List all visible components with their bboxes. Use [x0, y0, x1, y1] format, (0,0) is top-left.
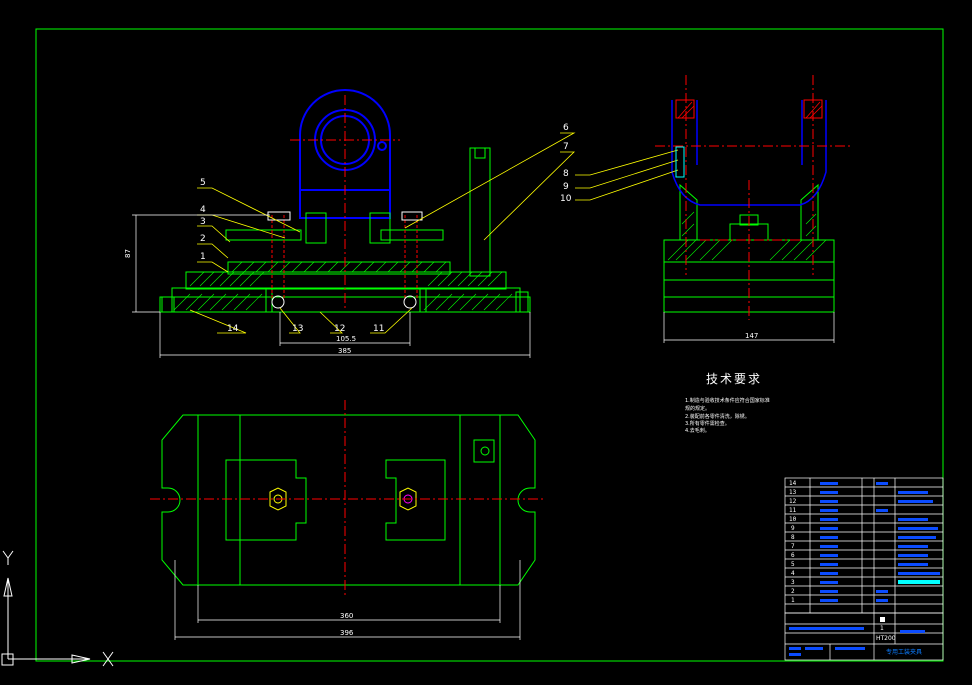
bom-no-6: 6 — [791, 552, 795, 559]
title-block-material: HT200 — [876, 635, 896, 642]
bom-no-7: 7 — [791, 543, 795, 550]
bom-no-14: 14 — [789, 480, 797, 487]
callout-6: 6 — [563, 123, 569, 133]
dim-inner: 105.5 — [336, 335, 356, 343]
callout-7: 7 — [563, 142, 569, 152]
tech-req-title: 技术要求 — [706, 372, 762, 386]
tech-req-line-2: 规的规定。 — [685, 405, 710, 412]
tech-req-line-4: 3.所有零件需检查。 — [685, 420, 730, 427]
dim-side-width: 147 — [745, 332, 758, 340]
tech-req-line-3: 2.装配前各零件清洗，除锈。 — [685, 413, 750, 420]
callout-14: 14 — [227, 324, 239, 334]
bom-no-10: 10 — [789, 516, 797, 523]
callout-10: 10 — [560, 194, 572, 204]
callout-12: 12 — [334, 324, 345, 334]
title-block-qty: 1 — [880, 625, 884, 632]
callout-3: 3 — [200, 217, 206, 227]
bom-no-3: 3 — [791, 579, 795, 586]
callout-9: 9 — [563, 182, 569, 192]
callout-4: 4 — [200, 205, 206, 215]
callout-1: 1 — [200, 252, 206, 262]
callout-8: 8 — [563, 169, 569, 179]
bom-no-11: 11 — [789, 507, 797, 514]
bom-no-9: 9 — [791, 525, 795, 532]
dim-height-87: 87 — [124, 249, 132, 258]
bom-no-13: 13 — [789, 489, 797, 496]
bom-no-2: 2 — [791, 588, 795, 595]
callout-11: 11 — [373, 324, 384, 334]
dim-overall: 385 — [338, 347, 351, 355]
tech-req-line-1: 1.制造与验收技术条件应符合国家标准 — [685, 397, 770, 404]
bom-no-4: 4 — [791, 570, 795, 577]
dim-top-overall: 396 — [340, 629, 354, 637]
title-block-name: 专用工装夹具 — [886, 648, 922, 656]
callout-2: 2 — [200, 234, 206, 244]
bom-no-8: 8 — [791, 534, 795, 541]
bom-highlight — [898, 580, 940, 584]
tech-req-line-5: 4.去毛刺。 — [685, 427, 710, 434]
bom-no-5: 5 — [791, 561, 795, 568]
dim-top-inner: 360 — [340, 612, 353, 620]
bom-no-1: 1 — [791, 597, 795, 604]
cad-drawing: 5 4 3 2 1 14 13 12 11 87 105.5 385 6 7 8… — [0, 0, 972, 685]
bom-no-12: 12 — [789, 498, 797, 505]
callout-13: 13 — [292, 324, 303, 334]
callout-5: 5 — [200, 178, 206, 188]
